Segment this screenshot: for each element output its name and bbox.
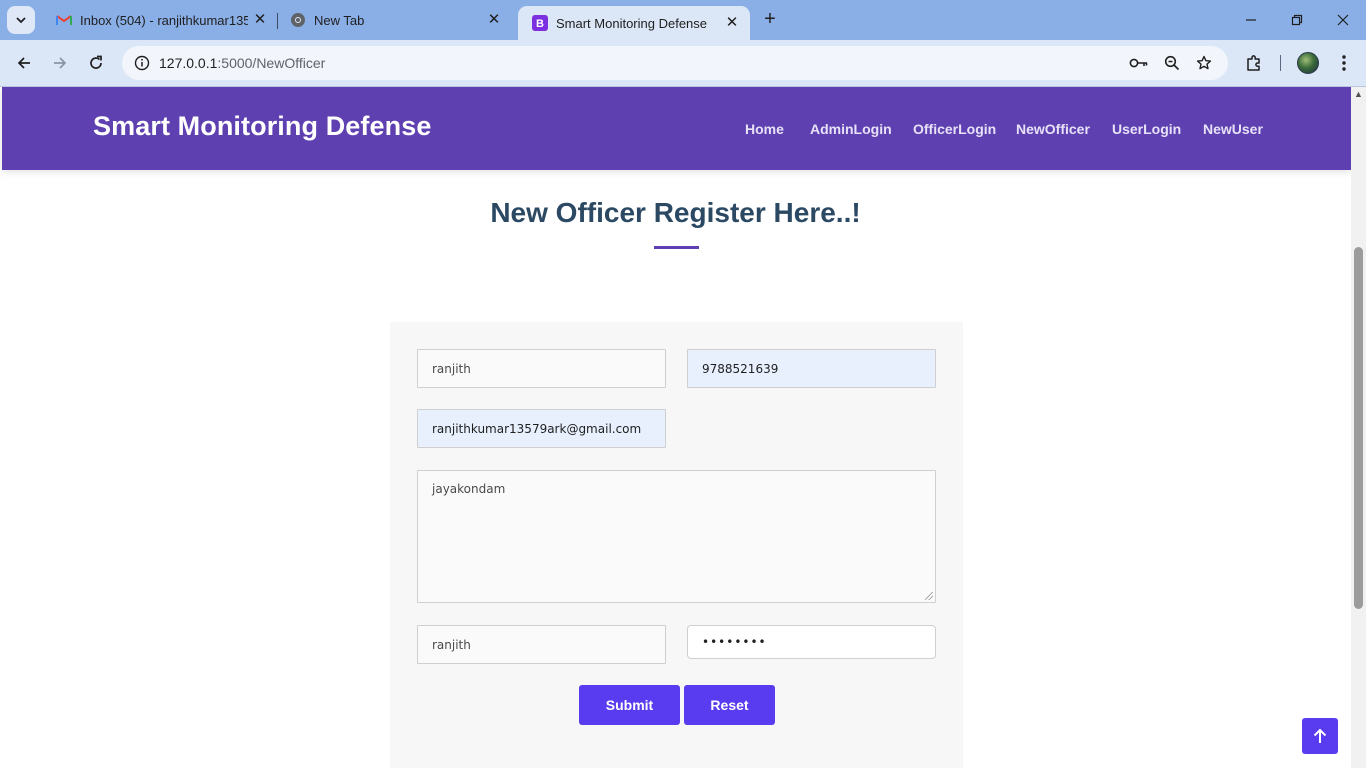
new-tab-button[interactable]: + [758, 8, 782, 32]
address-bar[interactable]: 127.0.0.1:5000/NewOfficer [122, 46, 1228, 80]
close-icon[interactable]: ✕ [252, 12, 268, 28]
minimize-button[interactable] [1239, 8, 1263, 32]
address-textarea[interactable]: jayakondam [417, 470, 936, 603]
scroll-up-icon[interactable]: ▲ [1354, 89, 1363, 99]
menu-icon[interactable] [1332, 51, 1356, 75]
key-icon[interactable] [1128, 52, 1150, 74]
chevron-down-icon [16, 17, 26, 24]
reload-icon [90, 55, 102, 69]
tab-title: Inbox (504) - ranjithkumar13579 [80, 12, 248, 28]
zoom-icon[interactable] [1161, 52, 1183, 74]
nav-home[interactable]: Home [745, 121, 784, 137]
restore-icon [1291, 14, 1303, 26]
back-to-top-button[interactable] [1302, 718, 1338, 754]
password-input[interactable]: •••••••• [687, 625, 936, 659]
arrow-right-icon [54, 57, 67, 69]
nav-new-user[interactable]: NewUser [1203, 121, 1263, 137]
nav-officer-login[interactable]: OfficerLogin [913, 121, 996, 137]
reset-button[interactable]: Reset [684, 685, 775, 725]
back-button[interactable] [9, 48, 39, 78]
url-host: 127.0.0.1 [159, 55, 218, 71]
close-window-button[interactable] [1331, 8, 1355, 32]
address-text: jayakondam [432, 482, 506, 496]
site-info-icon[interactable] [130, 51, 154, 75]
tab-new-tab[interactable]: New Tab ✕ [276, 6, 512, 34]
nav-new-officer[interactable]: NewOfficer [1016, 121, 1090, 137]
profile-avatar[interactable] [1297, 52, 1319, 74]
username-input[interactable]: ranjith [417, 625, 666, 664]
url-path: :5000/NewOfficer [217, 55, 326, 71]
browser-toolbar: 127.0.0.1:5000/NewOfficer [0, 40, 1366, 86]
svg-text:B: B [536, 18, 544, 30]
minimize-icon [1246, 19, 1256, 21]
scrollbar-thumb[interactable] [1354, 247, 1363, 609]
page-viewport: Smart Monitoring Defense Home AdminLogin… [0, 87, 1366, 768]
nav-admin-login[interactable]: AdminLogin [810, 121, 892, 137]
page-scrollbar[interactable]: ▲ [1351, 87, 1366, 768]
chrome-icon [290, 12, 306, 28]
close-icon [1337, 14, 1349, 26]
forward-button[interactable] [45, 48, 75, 78]
resize-handle[interactable] [925, 592, 933, 600]
bootstrap-icon: B [532, 15, 548, 31]
tab-title: Smart Monitoring Defense [556, 15, 708, 31]
url-text[interactable]: 127.0.0.1:5000/NewOfficer [159, 55, 325, 71]
close-icon[interactable]: ✕ [486, 12, 502, 28]
star-icon[interactable] [1193, 52, 1215, 74]
site-header: Smart Monitoring Defense Home AdminLogin… [2, 87, 1351, 170]
nav-user-login[interactable]: UserLogin [1112, 121, 1181, 137]
close-icon[interactable]: ✕ [724, 15, 740, 31]
extensions-icon[interactable] [1242, 51, 1266, 75]
tab-smart-monitoring[interactable]: B Smart Monitoring Defense ✕ [518, 6, 750, 40]
tab-strip: Inbox (504) - ranjithkumar13579 ✕ New Ta… [0, 0, 1366, 40]
page-title: New Officer Register Here..! [490, 197, 861, 228]
site-brand[interactable]: Smart Monitoring Defense [93, 111, 431, 142]
submit-button[interactable]: Submit [579, 685, 680, 725]
tab-inbox[interactable]: Inbox (504) - ranjithkumar13579 ✕ [42, 6, 278, 34]
tab-title: New Tab [314, 12, 365, 28]
arrow-up-icon [1313, 728, 1327, 743]
arrow-left-icon [17, 57, 30, 69]
toolbar-divider [1280, 55, 1281, 71]
reload-button[interactable] [81, 48, 111, 78]
gmail-icon [56, 12, 72, 28]
mobile-input[interactable]: 9788521639 [687, 349, 936, 388]
tab-search-button[interactable] [7, 6, 35, 34]
name-input[interactable]: ranjith [417, 349, 666, 388]
email-input[interactable]: ranjithkumar13579ark@gmail.com [417, 409, 666, 448]
title-underline [654, 246, 699, 249]
restore-button[interactable] [1285, 8, 1309, 32]
